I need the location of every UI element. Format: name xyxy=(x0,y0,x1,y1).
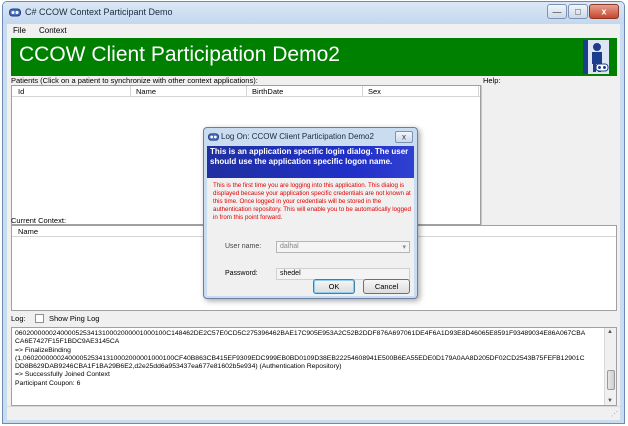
show-ping-log-checkbox[interactable] xyxy=(35,314,44,323)
log-scrollbar[interactable]: ▲ ▼ xyxy=(604,328,616,405)
maximize-button[interactable]: □ xyxy=(568,4,588,19)
close-button[interactable]: x xyxy=(589,4,619,19)
column-separator[interactable] xyxy=(130,86,131,96)
chevron-down-icon[interactable]: ▾ xyxy=(402,243,406,251)
log-line: DD8B629DAB9246CBA1F1BA29B6E2,d2e25dd6a95… xyxy=(15,363,342,371)
resize-grip-icon[interactable]: ⋰ xyxy=(611,410,618,418)
app-icon xyxy=(208,133,219,141)
log-line: (1,0602000000240000525341310002000001000… xyxy=(15,354,585,362)
show-ping-log-label[interactable]: Show Ping Log xyxy=(49,314,99,323)
column-id[interactable]: Id xyxy=(18,87,24,96)
app-icon xyxy=(9,8,21,17)
password-value: shedel xyxy=(280,270,301,277)
menu-bar: File Context xyxy=(7,24,620,38)
logon-dialog: Log On: CCOW Client Participation Demo2 … xyxy=(203,127,418,299)
ok-button[interactable]: OK xyxy=(313,279,355,294)
cancel-button[interactable]: Cancel xyxy=(363,279,410,294)
log-line: Participant Coupon: 6 xyxy=(15,379,81,387)
dialog-body: This is an application specific login di… xyxy=(207,146,414,296)
title-bar[interactable]: C# CCOW Context Participant Demo — □ x xyxy=(3,2,624,24)
username-value: dalhal xyxy=(280,243,299,250)
username-label: User name: xyxy=(225,243,262,250)
menu-context[interactable]: Context xyxy=(39,26,67,35)
dialog-title: Log On: CCOW Client Participation Demo2 xyxy=(221,132,374,141)
close-icon: x xyxy=(402,132,406,142)
menu-file[interactable]: File xyxy=(13,26,26,35)
username-select[interactable]: dalhal ▾ xyxy=(276,241,410,253)
column-birthdate[interactable]: BirthDate xyxy=(252,87,283,96)
log-line: => Successfully Joined Context xyxy=(15,371,110,379)
status-bar: ⋰ xyxy=(7,406,620,420)
maximize-icon: □ xyxy=(575,6,581,16)
column-separator[interactable] xyxy=(246,86,247,96)
column-sex[interactable]: Sex xyxy=(368,87,381,96)
window-title: C# CCOW Context Participant Demo xyxy=(25,7,173,17)
scroll-thumb[interactable] xyxy=(607,370,615,390)
column-separator[interactable] xyxy=(478,86,479,96)
dialog-description: This is the first time you are logging i… xyxy=(213,182,411,221)
patients-label: Patients (Click on a patient to synchron… xyxy=(11,76,258,85)
current-context-label: Current Context: xyxy=(11,216,67,225)
help-panel xyxy=(481,85,617,228)
column-name[interactable]: Name xyxy=(136,87,156,96)
close-icon: x xyxy=(601,6,607,16)
scroll-up-icon[interactable]: ▲ xyxy=(607,329,613,335)
log-textarea[interactable]: 0602000000240000525341310002000001000100… xyxy=(11,327,617,406)
help-label: Help: xyxy=(483,76,501,85)
dialog-header: This is an application specific login di… xyxy=(207,146,414,178)
dialog-close-button[interactable]: x xyxy=(395,131,413,143)
dialog-header-text: This is an application specific login di… xyxy=(210,147,409,166)
log-label: Log: xyxy=(11,314,26,323)
patients-grid-header: Id Name BirthDate Sex xyxy=(12,86,480,97)
ccow-logo-icon xyxy=(583,40,609,74)
minimize-button[interactable]: — xyxy=(547,4,567,19)
column-context-name[interactable]: Name xyxy=(18,227,38,236)
column-separator[interactable] xyxy=(362,86,363,96)
log-line: CA6E7427F15F1BDC9AE3145CA xyxy=(15,338,120,346)
scroll-down-icon[interactable]: ▼ xyxy=(607,398,613,404)
banner: CCOW Client Participation Demo2 xyxy=(11,38,617,76)
log-line: 0602000000240000525341310002000001000100… xyxy=(15,330,586,337)
minimize-icon: — xyxy=(552,6,562,16)
password-label: Password: xyxy=(225,270,258,277)
banner-title: CCOW Client Participation Demo2 xyxy=(19,43,340,66)
log-content: 0602000000240000525341310002000001000100… xyxy=(15,330,602,388)
log-line: => FinalizeBinding xyxy=(15,346,71,354)
